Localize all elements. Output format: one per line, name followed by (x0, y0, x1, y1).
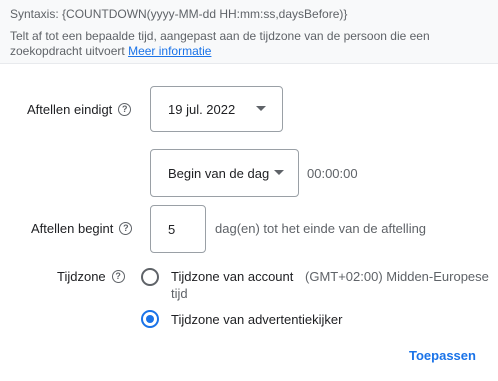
countdown-end-label-text: Aftellen eindigt (27, 102, 113, 117)
chevron-down-icon (274, 170, 284, 175)
description-body: Telt af tot een bepaalde tijd, aangepast… (10, 29, 430, 58)
countdown-end-label: Aftellen eindigt ? (27, 102, 132, 117)
countdown-start-label: Aftellen begint ? (31, 221, 133, 236)
account-timezone-label[interactable]: Tijdzone van account (171, 269, 293, 284)
days-suffix-text: dag(en) tot het einde van de aftelling (215, 221, 427, 236)
end-date-value: 19 jul. 2022 (168, 101, 236, 117)
viewer-timezone-label[interactable]: Tijdzone van advertentiekijker (171, 312, 343, 327)
account-timezone-detail-line1: (GMT+02:00) Midden-Europese (305, 269, 489, 284)
account-timezone-detail-line2: tijd (171, 286, 188, 301)
radio-account-timezone[interactable] (141, 268, 159, 286)
end-time-dropdown[interactable]: Begin van de dag (150, 149, 299, 197)
help-icon[interactable]: ? (118, 103, 132, 116)
chevron-down-icon (256, 106, 266, 111)
end-date-dropdown[interactable]: 19 jul. 2022 (150, 86, 283, 132)
timezone-label-text: Tijdzone (57, 269, 106, 284)
days-before-input[interactable]: 5 (150, 205, 206, 253)
account-timezone-detail: (GMT+02:00) Midden-Europese (305, 269, 489, 285)
radio-viewer-timezone[interactable] (141, 310, 159, 328)
days-before-value: 5 (168, 221, 176, 237)
end-time-value: 00:00:00 (307, 166, 358, 181)
timezone-label: Tijdzone ? (57, 269, 125, 284)
more-info-link[interactable]: Meer informatie (128, 44, 211, 58)
apply-button[interactable]: Toepassen (409, 348, 476, 363)
description-text: Telt af tot een bepaalde tijd, aangepast… (10, 29, 480, 59)
account-timezone-detail-cont: tijd (171, 286, 188, 302)
header-panel: Syntaxis: {COUNTDOWN(yyyy-MM-dd HH:mm:ss… (0, 0, 498, 64)
end-time-option: Begin van de dag (168, 165, 270, 181)
help-icon[interactable]: ? (119, 222, 133, 235)
countdown-start-label-text: Aftellen begint (31, 221, 114, 236)
syntax-text: Syntaxis: {COUNTDOWN(yyyy-MM-dd HH:mm:ss… (10, 7, 348, 21)
help-icon[interactable]: ? (111, 270, 125, 283)
